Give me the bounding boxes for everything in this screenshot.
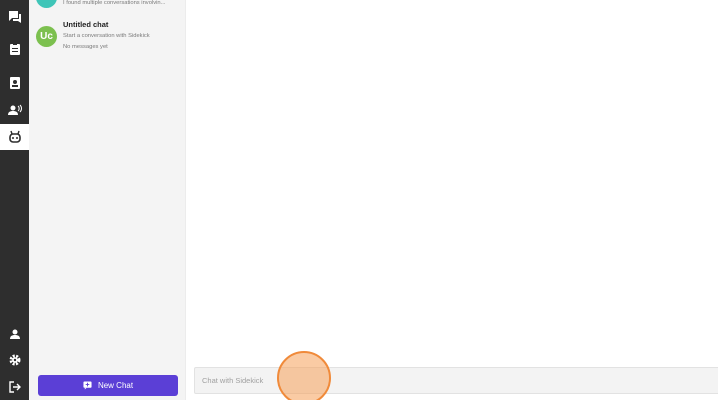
new-chat-button[interactable]: New Chat bbox=[38, 375, 178, 396]
new-chat-icon bbox=[83, 381, 92, 390]
conversation-status: No messages yet bbox=[63, 44, 108, 50]
avatar: Uc bbox=[36, 26, 57, 47]
rail-item-sidekick[interactable] bbox=[0, 124, 29, 150]
new-chat-label: New Chat bbox=[97, 381, 134, 390]
contact-card-icon bbox=[9, 77, 20, 89]
rail-item-profile[interactable] bbox=[0, 321, 29, 347]
rail-item-voice[interactable] bbox=[0, 97, 29, 123]
conversation-preview: I found multiple conversations involvin.… bbox=[63, 0, 166, 6]
conversation-item[interactable]: Uc Untitled chat Start a conversation wi… bbox=[29, 18, 186, 58]
logout-icon bbox=[8, 381, 21, 393]
robot-icon bbox=[8, 130, 21, 143]
rail-item-logout[interactable] bbox=[0, 374, 29, 400]
chat-bubbles-icon bbox=[8, 11, 21, 23]
conversation-list: I found multiple conversations involvin.… bbox=[29, 0, 186, 400]
clipboard-icon bbox=[9, 43, 20, 55]
avatar bbox=[36, 0, 57, 8]
chat-main-area bbox=[186, 0, 718, 400]
voice-person-icon bbox=[7, 104, 22, 115]
conversation-title: Untitled chat bbox=[63, 20, 109, 29]
icon-rail bbox=[0, 0, 29, 400]
user-icon bbox=[9, 329, 20, 339]
rail-item-chats[interactable] bbox=[0, 4, 29, 30]
rail-item-settings[interactable] bbox=[0, 347, 29, 373]
rail-item-contacts[interactable] bbox=[0, 70, 29, 96]
rail-item-tasks[interactable] bbox=[0, 36, 29, 62]
conversation-preview: Start a conversation with Sidekick bbox=[63, 33, 150, 39]
app-window: I found multiple conversations involvin.… bbox=[0, 0, 718, 400]
conversation-item[interactable]: I found multiple conversations involvin.… bbox=[29, 0, 186, 14]
gear-icon bbox=[9, 354, 20, 366]
chat-input[interactable] bbox=[194, 367, 718, 394]
